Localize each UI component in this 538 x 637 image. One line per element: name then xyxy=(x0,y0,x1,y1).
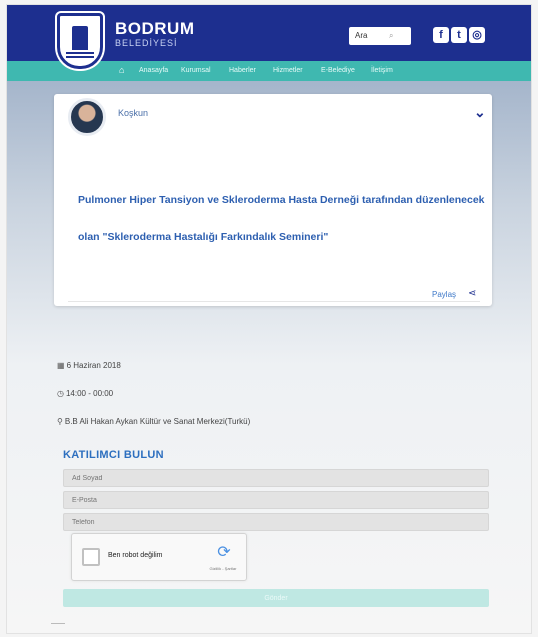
captcha-terms[interactable]: Gizlilik - Şartlar xyxy=(200,566,246,571)
nav-item-home[interactable]: Anasayfa xyxy=(139,67,168,74)
event-time: ◷ 14:00 - 00:00 xyxy=(57,389,113,398)
phone-field[interactable] xyxy=(63,513,489,531)
search-input[interactable]: Ara ⌕ xyxy=(349,27,411,45)
post-title: Pulmoner Hiper Tansiyon ve Skleroderma H… xyxy=(78,194,485,243)
nav-item-services[interactable]: Hizmetler xyxy=(273,67,303,74)
share-icon[interactable]: ⋖ xyxy=(468,288,476,299)
twitter-icon[interactable]: t xyxy=(451,27,467,43)
card-divider xyxy=(68,301,480,302)
share-label[interactable]: Paylaş xyxy=(432,290,456,299)
captcha-label: Ben robot değilim xyxy=(108,552,163,559)
recaptcha-icon: ⟳ xyxy=(217,544,231,561)
chevron-down-icon[interactable]: ⌄ xyxy=(474,104,486,121)
site-header: BODRUM BELEDİYESİ Ara ⌕ f t ◎ xyxy=(7,5,531,69)
brand-title[interactable]: BODRUM xyxy=(115,19,195,39)
recaptcha-widget: Ben robot değilim ⟳ Gizlilik - Şartlar xyxy=(71,533,247,581)
author-name[interactable]: Koşkun xyxy=(118,108,148,118)
search-icon[interactable]: ⌕ xyxy=(389,31,393,41)
event-time-text: 14:00 - 00:00 xyxy=(65,389,114,398)
form-title: KATILIMCI BULUN xyxy=(63,449,164,461)
nav-item-ebelediye[interactable]: E-Belediye xyxy=(321,67,355,74)
avatar[interactable] xyxy=(68,98,106,136)
clock-icon: ◷ xyxy=(57,389,64,398)
municipality-logo[interactable] xyxy=(57,13,103,69)
footer-divider xyxy=(51,623,65,624)
event-date: ▦ 6 Haziran 2018 xyxy=(57,361,121,370)
post-card: Koşkun ⌄ Pulmoner Hiper Tansiyon ve Skle… xyxy=(54,94,492,306)
event-location-text: B.B Ali Hakan Aykan Kültür ve Sanat Merk… xyxy=(64,417,251,426)
home-icon[interactable]: ⌂ xyxy=(119,65,124,75)
event-date-text: 6 Haziran 2018 xyxy=(66,361,121,370)
brand-subtitle: BELEDİYESİ xyxy=(115,38,178,48)
search-placeholder: Ara xyxy=(355,31,368,40)
nav-item-news[interactable]: Haberler xyxy=(229,67,256,74)
event-location: ⚲ B.B Ali Hakan Aykan Kültür ve Sanat Mer… xyxy=(57,417,250,426)
instagram-icon[interactable]: ◎ xyxy=(469,27,485,43)
facebook-icon[interactable]: f xyxy=(433,27,449,43)
waves-icon xyxy=(66,52,94,58)
name-field[interactable] xyxy=(63,469,489,487)
map-pin-icon: ⚲ xyxy=(57,417,63,426)
nav-item-contact[interactable]: İletişim xyxy=(371,67,393,74)
calendar-icon: ▦ xyxy=(57,361,65,370)
captcha-checkbox[interactable] xyxy=(82,548,100,566)
page: BODRUM BELEDİYESİ Ara ⌕ f t ◎ ⌂ Anasayfa… xyxy=(6,4,532,634)
nav-item-corporate[interactable]: Kurumsal xyxy=(181,67,211,74)
email-field[interactable] xyxy=(63,491,489,509)
castle-icon xyxy=(72,26,88,50)
submit-button[interactable]: Gönder xyxy=(63,589,489,607)
